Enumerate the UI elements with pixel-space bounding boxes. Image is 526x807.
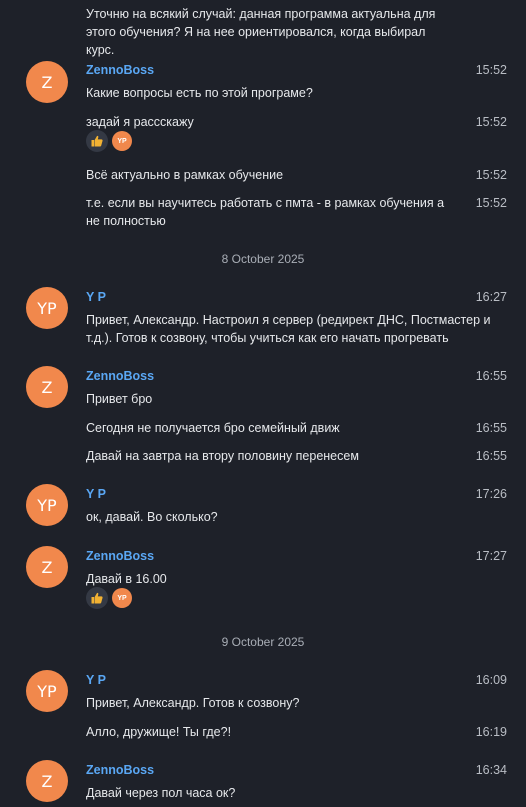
author-name[interactable]: ZennoBoss bbox=[86, 549, 154, 563]
thumbs-up-icon bbox=[91, 135, 103, 147]
message-text: Давай в 16.00 bbox=[86, 572, 167, 586]
author-name[interactable]: Y P bbox=[86, 290, 106, 304]
reaction-user-avatar[interactable]: YP bbox=[112, 131, 132, 151]
date-separator: 8 October 2025 bbox=[221, 252, 305, 266]
thumbs-up-reaction[interactable] bbox=[86, 130, 108, 152]
message-time: 16:09 bbox=[475, 673, 507, 687]
message-time: 16:19 bbox=[475, 725, 507, 739]
message-text: т.е. если вы научитесь работать с пмта -… bbox=[86, 196, 445, 228]
message-time: 15:52 bbox=[475, 196, 507, 210]
reaction-user-avatar[interactable]: YP bbox=[112, 588, 132, 608]
message-text: ок, давай. Во сколько? bbox=[86, 510, 218, 524]
message-text: Привет, Александр. Настроил я сервер (ре… bbox=[86, 313, 491, 345]
message-time: 16:27 bbox=[475, 290, 507, 304]
message-time: 15:52 bbox=[475, 168, 507, 182]
date-separator: 9 October 2025 bbox=[221, 635, 305, 649]
message-text: Давай через пол часа ок? bbox=[86, 786, 236, 800]
avatar[interactable]: YP bbox=[26, 287, 68, 329]
avatar[interactable]: YP bbox=[26, 484, 68, 526]
author-name[interactable]: Y P bbox=[86, 487, 106, 501]
chat-feed: Уточню на всякий случай: данная программ… bbox=[0, 0, 526, 807]
message-text: Алло, дружище! Ты где?! bbox=[86, 725, 232, 739]
message-time: 17:26 bbox=[475, 487, 507, 501]
author-name[interactable]: ZennoBoss bbox=[86, 763, 154, 777]
message-text: Всё актуально в рамках обучение bbox=[86, 168, 284, 182]
reactions: YP bbox=[86, 587, 132, 609]
thumbs-up-reaction[interactable] bbox=[86, 587, 108, 609]
reactions: YP bbox=[86, 130, 132, 152]
avatar[interactable]: YP bbox=[26, 670, 68, 712]
message-text: Привет бро bbox=[86, 392, 153, 406]
thumbs-up-icon bbox=[91, 592, 103, 604]
message-text: Привет, Александр. Готов к созвону? bbox=[86, 696, 300, 710]
message-text: задай я рассскажу bbox=[86, 115, 194, 129]
avatar[interactable]: Z bbox=[26, 546, 68, 588]
message-time: 16:55 bbox=[475, 421, 507, 435]
message-time: 17:27 bbox=[475, 549, 507, 563]
avatar[interactable]: Z bbox=[26, 366, 68, 408]
message-time: 15:52 bbox=[475, 63, 507, 77]
message-text: Сегодня не получается бро семейный движ bbox=[86, 421, 340, 435]
message-text: Уточню на всякий случай: данная программ… bbox=[86, 7, 436, 57]
author-name[interactable]: Y P bbox=[86, 673, 106, 687]
author-name[interactable]: ZennoBoss bbox=[86, 369, 154, 383]
message-time: 16:55 bbox=[475, 449, 507, 463]
message-time: 16:34 bbox=[475, 763, 507, 777]
author-name[interactable]: ZennoBoss bbox=[86, 63, 154, 77]
message-time: 15:52 bbox=[475, 115, 507, 129]
message-time: 16:55 bbox=[475, 369, 507, 383]
avatar[interactable]: Z bbox=[26, 61, 68, 103]
message-text: Какие вопросы есть по этой програме? bbox=[86, 86, 313, 100]
avatar[interactable]: Z bbox=[26, 760, 68, 802]
message-text: Давай на завтра на втору половину перене… bbox=[86, 449, 359, 463]
